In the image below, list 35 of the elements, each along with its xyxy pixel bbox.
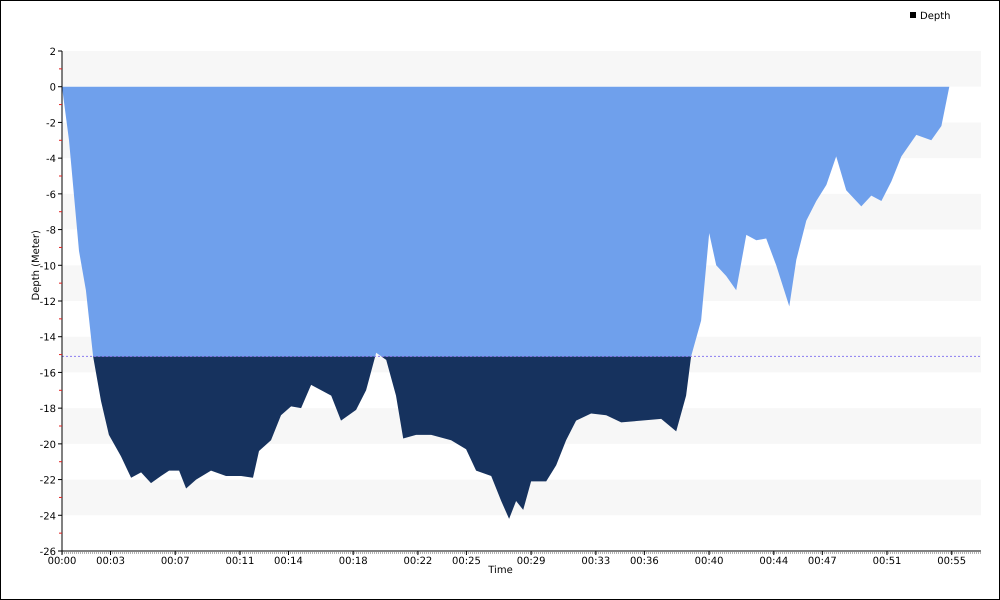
x-tick-label: 00:36 [630,556,659,567]
y-tick-label: -14 [40,332,56,344]
y-tick-label: -16 [40,368,56,380]
x-tick-label: 00:33 [581,556,610,567]
x-tick-label: 00:29 [516,556,546,567]
x-tick-label: 00:40 [694,556,724,567]
y-tick-label: -18 [40,404,56,416]
y-tick-label: -6 [46,190,56,201]
y-tick-label: -10 [40,261,56,272]
x-tick-label: 00:03 [96,556,125,567]
y-tick-label: -20 [40,440,56,451]
x-tick-label: 00:44 [759,556,788,567]
y-tick-label: -8 [46,226,56,237]
x-tick-label: 00:11 [226,556,254,567]
legend-label: Depth [920,11,950,22]
y-tick-label: 2 [50,47,56,58]
y-tick-label: -4 [46,154,56,166]
y-tick-label: -2 [46,118,56,130]
y-tick-label: -24 [40,511,56,522]
x-axis-title: Time [488,565,513,576]
y-tick-label: -22 [40,476,56,487]
y-tick-label: 0 [50,82,56,94]
x-tick-label: 00:14 [274,556,303,567]
x-tick-label: 00:25 [452,556,481,567]
x-tick-label: 00:07 [160,556,190,567]
y-tick-label: -26 [40,547,56,558]
y-tick-label: -12 [40,297,56,308]
x-tick-label: 00:00 [48,556,76,567]
x-tick-label: 00:22 [403,556,432,567]
legend-swatch [910,12,916,18]
x-tick-label: 00:51 [872,556,902,567]
x-tick-label: 00:55 [937,556,966,567]
x-tick-label: 00:18 [338,556,368,567]
y-axis-title: Depth (Meter) [31,230,42,300]
x-tick-label: 00:47 [808,556,837,567]
